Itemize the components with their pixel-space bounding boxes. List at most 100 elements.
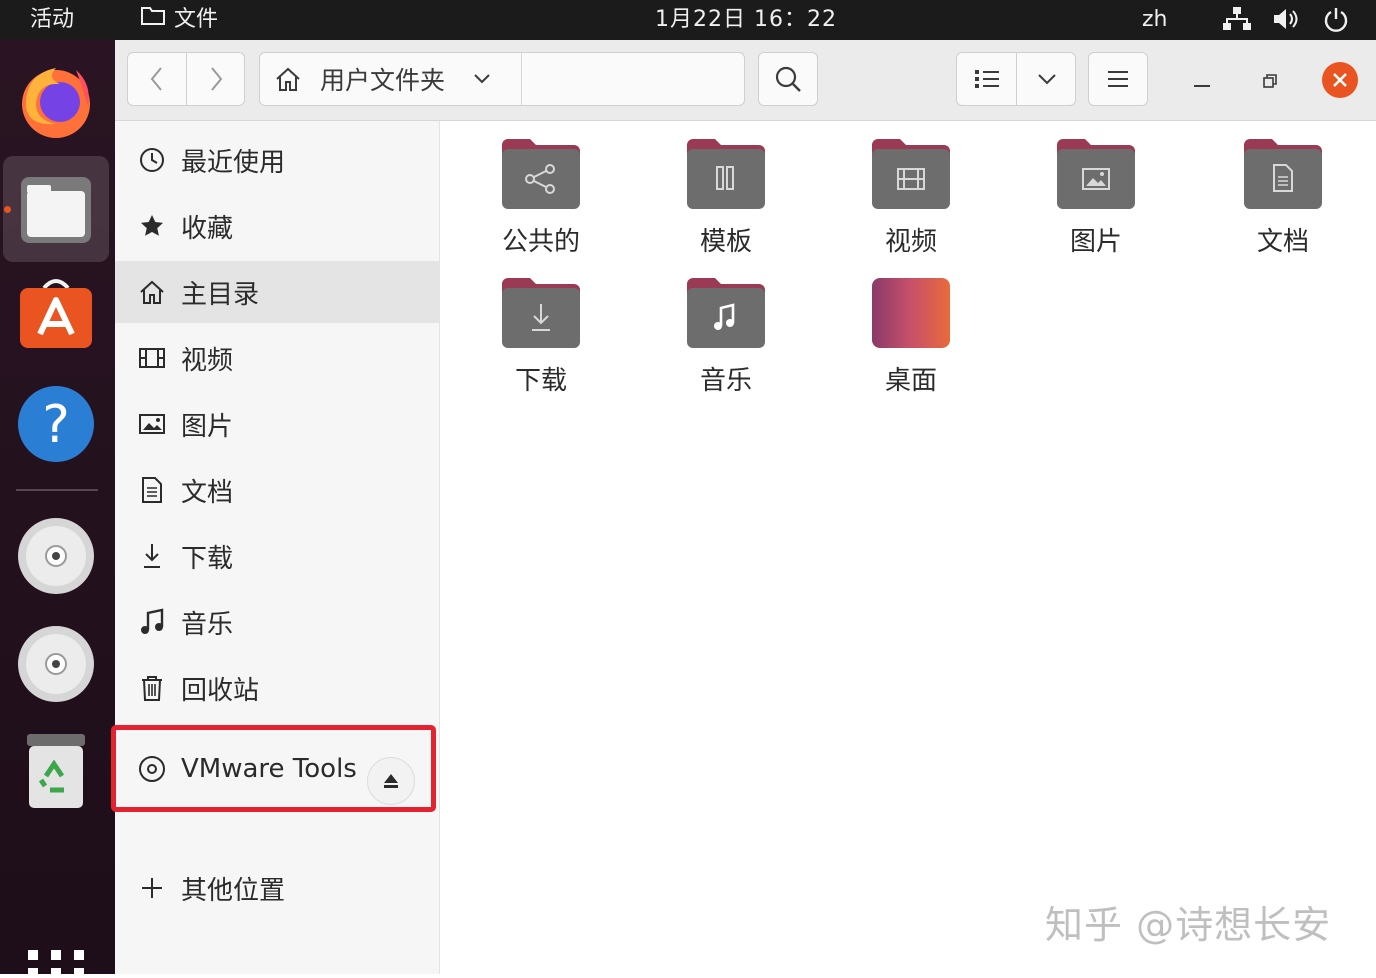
sidebar-item-label: 其他位置 — [181, 875, 286, 906]
folder-music[interactable]: 音乐 — [655, 260, 805, 396]
folder-downloads[interactable]: 下载 — [470, 260, 620, 396]
view-buttons — [956, 52, 1076, 106]
header-bar: 用户文件夹 — [115, 40, 1376, 121]
sidebar-item-label: 文档 — [181, 477, 234, 508]
input-language[interactable]: zh — [1142, 4, 1168, 36]
watermark: 知乎 @诗想长安 — [1045, 903, 1332, 947]
navigation-buttons — [127, 52, 245, 106]
folder-documents[interactable]: 文档 — [1212, 121, 1362, 257]
sidebar: 最近使用 收藏 主目录 视频 图片 文档 下载 音乐 回收站 VMware To… — [111, 121, 440, 974]
sidebar-item-label: 收藏 — [181, 213, 234, 244]
help-icon[interactable]: ? — [14, 382, 98, 466]
sidebar-item-label: 视频 — [181, 345, 234, 376]
sidebar-item-recent[interactable]: 最近使用 — [115, 129, 439, 191]
film-icon — [137, 343, 167, 373]
folder-label: 图片 — [1069, 227, 1122, 257]
folder-desktop[interactable]: 桌面 — [840, 260, 990, 396]
dock: ? — [0, 40, 115, 974]
sidebar-item-starred[interactable]: 收藏 — [115, 195, 439, 257]
firefox-icon[interactable] — [14, 58, 98, 142]
clock[interactable]: 1月22日 16：22 — [655, 4, 837, 36]
search-button[interactable] — [758, 52, 818, 106]
path-crumb-home[interactable]: 用户文件夹 — [260, 53, 522, 105]
sidebar-item-pictures[interactable]: 图片 — [115, 393, 439, 455]
sidebar-item-label: VMware Tools — [181, 754, 357, 784]
list-view-button[interactable] — [957, 53, 1016, 105]
sidebar-item-label: 回收站 — [181, 675, 260, 706]
back-button[interactable] — [128, 53, 186, 105]
search-icon — [775, 66, 801, 92]
folder-videos[interactable]: 视频 — [840, 121, 990, 257]
sidebar-item-other-locations[interactable]: 其他位置 — [115, 857, 439, 919]
files-app-icon[interactable] — [14, 168, 98, 252]
main-menu-button[interactable] — [1088, 52, 1148, 106]
plus-icon — [137, 873, 167, 903]
music-icon — [687, 278, 765, 348]
sidebar-item-label: 音乐 — [181, 609, 234, 640]
music-icon — [137, 607, 167, 637]
show-apps-icon[interactable] — [28, 946, 84, 974]
file-view: 公共的 模板 视频 图片 文档 下载 音乐 桌面 — [440, 121, 1376, 974]
top-bar: 活动 文件 1月22日 16：22 zh — [0, 0, 1376, 40]
disc-drive-icon[interactable] — [14, 514, 98, 598]
home-icon — [274, 66, 302, 92]
folder-pictures[interactable]: 图片 — [1025, 121, 1175, 257]
document-icon — [137, 475, 167, 505]
close-button[interactable] — [1322, 62, 1358, 98]
image-icon — [1057, 139, 1135, 209]
folder-outline-icon — [140, 4, 166, 36]
eject-icon — [384, 774, 398, 788]
view-options-button[interactable] — [1017, 53, 1076, 105]
download-icon — [502, 278, 580, 348]
sidebar-item-trash[interactable]: 回收站 — [115, 657, 439, 719]
sidebar-item-label: 下载 — [181, 543, 234, 574]
sidebar-item-vmware-tools[interactable]: VMware Tools — [115, 735, 439, 805]
chevron-down-icon — [1037, 74, 1056, 85]
download-icon — [137, 541, 167, 571]
sidebar-item-label: 最近使用 — [181, 147, 286, 178]
image-icon — [137, 409, 167, 439]
sidebar-item-music[interactable]: 音乐 — [115, 591, 439, 653]
svg-text:?: ? — [42, 395, 70, 455]
folder-label: 文档 — [1256, 227, 1309, 257]
power-icon[interactable] — [1322, 6, 1350, 38]
path-bar[interactable]: 用户文件夹 — [259, 52, 745, 106]
folder-label: 视频 — [884, 227, 937, 257]
disc-drive-icon[interactable] — [14, 622, 98, 706]
folder-templates[interactable]: 模板 — [655, 121, 805, 257]
sidebar-item-videos[interactable]: 视频 — [115, 327, 439, 389]
folder-label: 桌面 — [884, 366, 937, 396]
chevron-right-icon — [211, 67, 223, 91]
sidebar-item-home[interactable]: 主目录 — [115, 261, 439, 323]
film-icon — [872, 139, 950, 209]
files-window: 用户文件夹 最近使用 收藏 主目录 视频 图片 文档 下载 音乐 回收站 VMw… — [111, 40, 1376, 974]
folder-public[interactable]: 公共的 — [470, 121, 620, 257]
sidebar-item-documents[interactable]: 文档 — [115, 459, 439, 521]
dock-separator — [16, 489, 98, 491]
chevron-down-icon — [473, 73, 491, 85]
network-icon[interactable] — [1222, 6, 1252, 38]
volume-icon[interactable] — [1272, 6, 1302, 38]
eject-button[interactable] — [367, 757, 415, 805]
sidebar-item-label: 主目录 — [181, 279, 260, 310]
folder-label: 公共的 — [501, 227, 580, 257]
maximize-button[interactable] — [1255, 66, 1285, 96]
document-icon — [1244, 139, 1322, 209]
disc-icon — [137, 754, 167, 784]
minimize-button[interactable] — [1187, 70, 1217, 100]
folder-label: 模板 — [699, 227, 752, 257]
folder-label: 音乐 — [699, 366, 752, 396]
path-label: 用户文件夹 — [320, 66, 446, 95]
app-menu-label: 文件 — [174, 7, 219, 32]
sidebar-item-downloads[interactable]: 下载 — [115, 525, 439, 587]
star-icon — [137, 211, 167, 241]
trash-icon[interactable] — [14, 730, 98, 814]
chevron-left-icon — [150, 67, 162, 91]
close-icon — [1333, 73, 1347, 87]
app-menu[interactable]: 文件 — [140, 4, 218, 36]
clock-icon — [137, 145, 167, 175]
forward-button[interactable] — [187, 53, 245, 105]
software-center-icon[interactable] — [14, 272, 98, 356]
template-icon — [687, 139, 765, 209]
activities-button[interactable]: 活动 — [30, 4, 74, 36]
